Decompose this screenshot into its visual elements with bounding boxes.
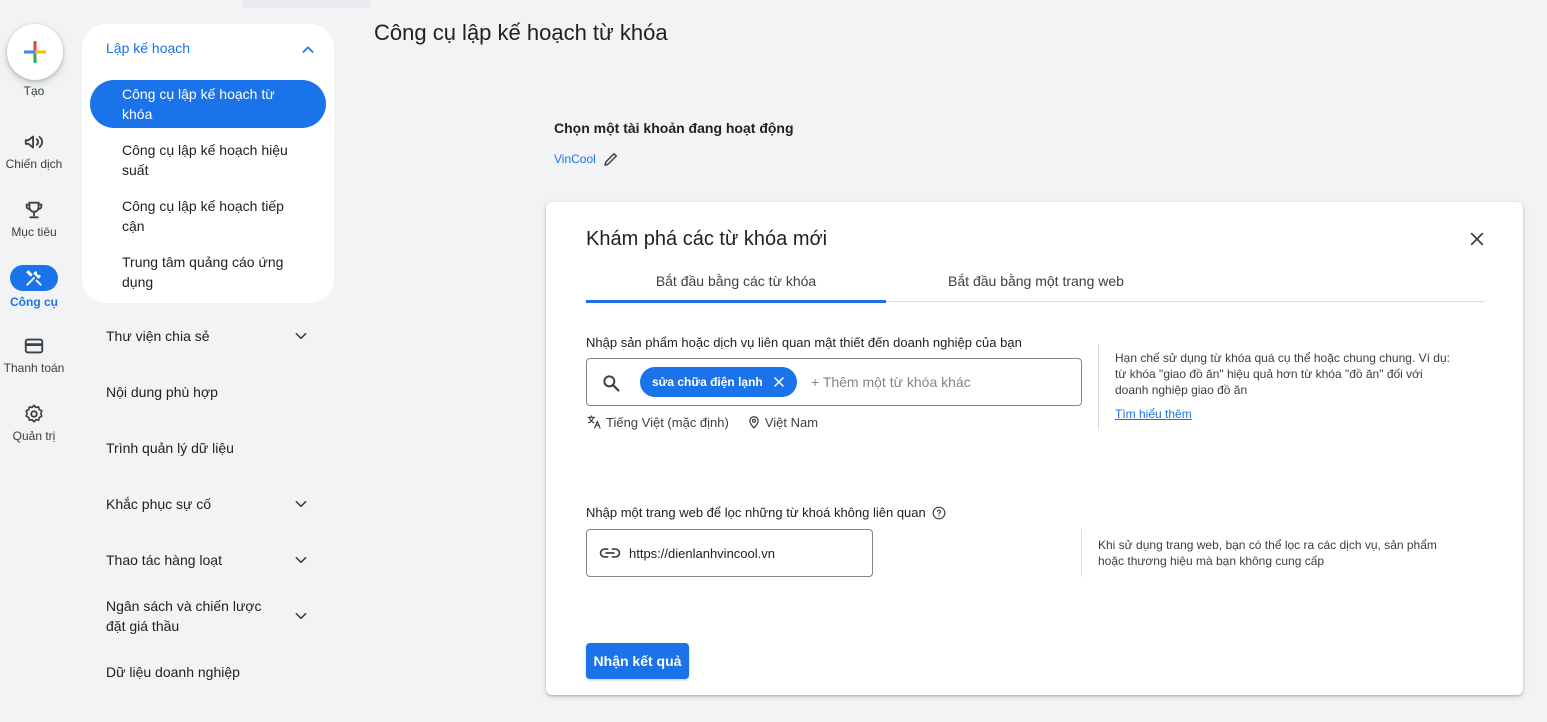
account-label: Chọn một tài khoản đang hoạt động xyxy=(554,120,794,136)
nav-bulk-actions[interactable]: Thao tác hàng loạt xyxy=(106,550,316,570)
nav-business-data[interactable]: Dữ liệu doanh nghiệp xyxy=(106,662,316,682)
chevron-down-icon xyxy=(295,612,307,620)
create-label: Tạo xyxy=(23,84,45,98)
nav-shared-library[interactable]: Thư viện chia sẻ xyxy=(106,326,316,346)
card-title: Khám phá các từ khóa mới xyxy=(586,228,828,250)
location-selector[interactable]: Việt Nam xyxy=(765,415,818,430)
megaphone-icon xyxy=(24,135,43,149)
nav-troubleshooting[interactable]: Khắc phục sự cố xyxy=(106,494,316,514)
tab-start-with-keywords[interactable]: Bắt đầu bằng các từ khóa xyxy=(586,260,886,303)
tools-pill xyxy=(10,265,58,291)
help-icon[interactable] xyxy=(932,506,946,520)
rail-label-admin: Quản trị xyxy=(12,429,56,443)
trophy-icon xyxy=(25,201,43,219)
nav-item-label: Trình quản lý dữ liệu xyxy=(106,440,234,456)
plus-icon xyxy=(24,41,46,63)
website-helper-text: Khi sử dụng trang web, bạn có thể lọc ra… xyxy=(1098,538,1437,568)
credit-card-icon xyxy=(24,338,44,354)
nav-content-suitability[interactable]: Nội dung phù hợp xyxy=(106,382,316,402)
create-button[interactable] xyxy=(7,24,63,80)
gear-icon xyxy=(25,404,43,423)
rail-item-tools[interactable]: Công cụ xyxy=(0,265,68,309)
nav-performance-planner[interactable]: Công cụ lập kế hoạch hiệu suất xyxy=(90,140,326,180)
tab-bar: Bắt đầu bằng các từ khóa Bắt đầu bằng mộ… xyxy=(586,260,1485,303)
targeting-row: Tiếng Việt (mặc định) Việt Nam xyxy=(586,414,818,430)
rail-item-admin[interactable]: Quản trị xyxy=(0,403,68,443)
nav-item-label: Dữ liệu doanh nghiệp xyxy=(106,664,240,680)
create-label-wrap: Tạo xyxy=(0,84,68,98)
keyword-chip-label: sửa chữa điện lạnh xyxy=(652,375,763,389)
chevron-down-icon xyxy=(295,556,307,564)
nav-item-label: Thư viện chia sẻ xyxy=(106,328,210,344)
chevron-up-icon xyxy=(302,46,314,53)
website-helper: Khi sử dụng trang web, bạn có thể lọc ra… xyxy=(1081,529,1461,577)
nav-section-title: Lập kế hoạch xyxy=(106,40,191,56)
chevron-down-icon xyxy=(295,500,307,508)
nav-section-planning[interactable]: Lập kế hoạch xyxy=(106,40,316,60)
rail-label-campaigns: Chiến dịch xyxy=(5,157,63,171)
tab-start-with-website[interactable]: Bắt đầu bằng một trang web xyxy=(886,260,1186,302)
keyword-placeholder[interactable]: + Thêm một từ khóa khác xyxy=(811,374,971,390)
nav-app-advertising-hub[interactable]: Trung tâm quảng cáo ứng dụng xyxy=(90,252,326,292)
website-field-label-wrap: Nhập một trang web để lọc những từ khoá … xyxy=(586,505,946,520)
keywords-helper: Hạn chế sử dụng từ khóa quá cụ thể hoặc … xyxy=(1098,344,1456,430)
rail-label-tools: Công cụ xyxy=(10,295,58,309)
chevron-down-icon xyxy=(295,332,307,340)
translate-icon xyxy=(587,415,601,429)
rail-item-campaigns[interactable]: Chiến dịch xyxy=(0,131,68,171)
rail-label-billing: Thanh toán xyxy=(3,361,65,375)
edit-pencil-icon xyxy=(604,153,617,166)
location-pin-icon xyxy=(749,416,759,429)
nav-item-label: Ngân sách và chiến lược đặt giá thầu xyxy=(106,598,262,634)
account-selector[interactable]: VinCool xyxy=(554,150,620,168)
close-button[interactable] xyxy=(1466,228,1488,250)
nav-item-label: Nội dung phù hợp xyxy=(106,384,218,400)
page-title: Công cụ lập kế hoạch từ khóa xyxy=(374,20,668,45)
keyword-chip[interactable]: sửa chữa điện lạnh xyxy=(640,367,797,397)
nav-budgets-bidding[interactable]: Ngân sách và chiến lược đặt giá thầu xyxy=(106,596,316,636)
nav-data-manager[interactable]: Trình quản lý dữ liệu xyxy=(106,438,316,458)
nav-reach-planner[interactable]: Công cụ lập kế hoạch tiếp cận xyxy=(90,196,326,236)
search-icon xyxy=(603,375,620,392)
rail-item-goals[interactable]: Mục tiêu xyxy=(0,199,68,239)
website-field-label: Nhập một trang web để lọc những từ khoá … xyxy=(586,505,926,520)
learn-more-link[interactable]: Tìm hiểu thêm xyxy=(1115,407,1192,421)
rail-item-billing[interactable]: Thanh toán xyxy=(0,335,68,375)
left-rail: Tạo Chiến dịch Mục tiêu Công cụ Thanh to… xyxy=(0,0,70,722)
top-strip xyxy=(242,0,370,8)
website-value: https://dienlanhvincool.vn xyxy=(629,545,775,561)
account-name: VinCool xyxy=(554,152,596,166)
remove-chip-icon[interactable] xyxy=(773,376,785,388)
website-input[interactable]: https://dienlanhvincool.vn xyxy=(586,529,873,577)
discover-keywords-card: Khám phá các từ khóa mới Bắt đầu bằng cá… xyxy=(546,202,1523,695)
tools-icon xyxy=(26,270,42,286)
link-icon xyxy=(599,548,621,558)
keywords-field-label: Nhập sản phẩm hoặc dịch vụ liên quan mật… xyxy=(586,335,1022,350)
nav-item-label: Khắc phục sự cố xyxy=(106,496,212,512)
nav-keyword-planner[interactable]: Công cụ lập kế hoạch từ khóa xyxy=(90,80,326,128)
keywords-helper-text: Hạn chế sử dụng từ khóa quá cụ thể hoặc … xyxy=(1115,351,1450,397)
rail-label-goals: Mục tiêu xyxy=(11,225,57,239)
get-results-button[interactable]: Nhận kết quả xyxy=(586,643,689,679)
planning-nav-card: Lập kế hoạch Công cụ lập kế hoạch từ khó… xyxy=(82,24,334,303)
language-selector[interactable]: Tiếng Việt (mặc định) xyxy=(606,415,729,430)
nav-item-label: Thao tác hàng loạt xyxy=(106,552,222,568)
keywords-input[interactable]: sửa chữa điện lạnh + Thêm một từ khóa kh… xyxy=(586,358,1082,406)
close-icon xyxy=(1470,232,1484,246)
